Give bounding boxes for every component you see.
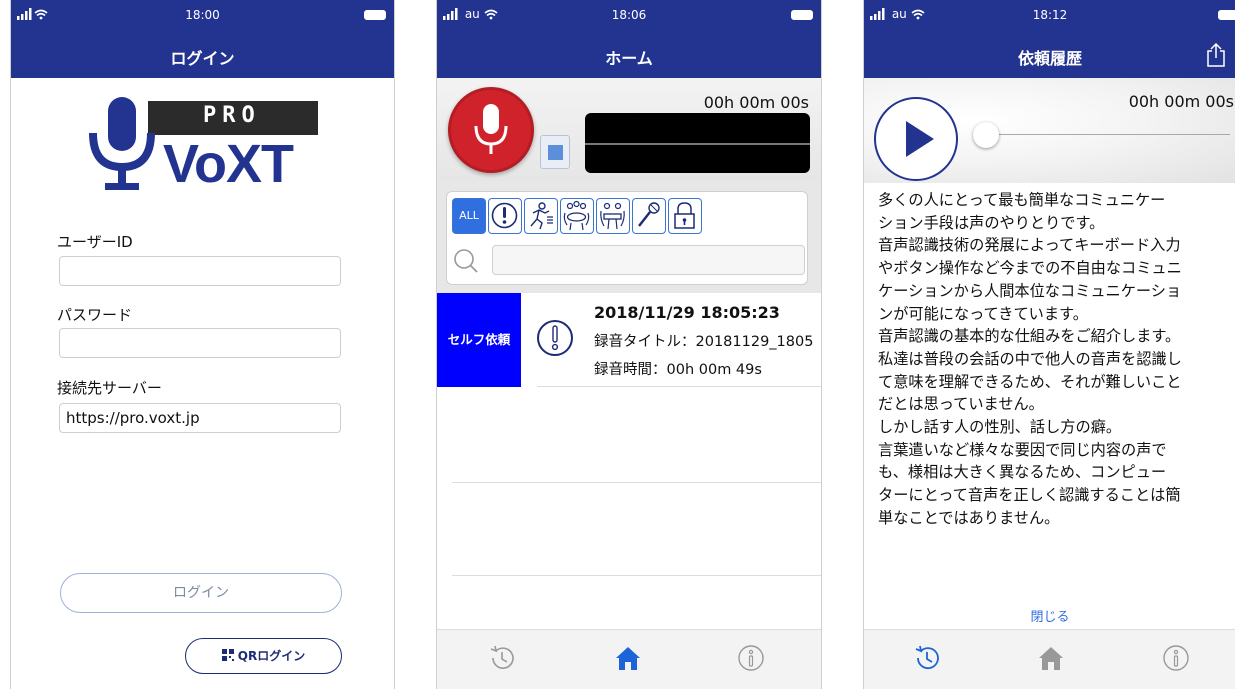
meeting-group-icon — [561, 200, 592, 236]
waveform-display — [585, 113, 810, 173]
running-person-icon — [525, 202, 556, 236]
self-request-tag: セルフ依頼 — [437, 293, 521, 387]
transcript-line: 音声認識の基本的な仕組みをご紹介します。 — [878, 327, 1181, 346]
stop-button[interactable] — [540, 135, 570, 169]
transcript-line: て意味を理解できるため、それが難しいこと — [878, 372, 1182, 391]
exclamation-icon — [535, 318, 575, 362]
transcript-line: しかし話す人の性別、話し方の癖。 — [878, 418, 1121, 437]
status-time: 18:12 — [1032, 8, 1068, 22]
home-icon[interactable] — [613, 643, 643, 673]
status-bar: au 18:06 — [437, 6, 821, 24]
seek-track — [974, 134, 1230, 135]
logo-pro-badge: PRO — [203, 103, 261, 128]
share-icon[interactable] — [1206, 42, 1226, 72]
user-id-label: ユーザーID — [57, 233, 133, 251]
navigation-bar: 18:00 ログイン — [11, 0, 394, 78]
tab-bar — [864, 629, 1235, 689]
filter-meeting-button[interactable] — [560, 198, 594, 234]
transcript-text: 多くの人にとって最も簡単なコミュニケー ション手段は声のやりとりです。 音声認識… — [878, 189, 1223, 530]
transcript-line: も、様相は大きく異なるため、コンピュー — [878, 463, 1167, 482]
server-field[interactable]: https://pro.voxt.jp — [59, 403, 341, 433]
transcript-line: 単なことではありません。 — [878, 508, 1060, 527]
recording-timer: 00h 00m 00s — [703, 93, 809, 112]
qr-login-button[interactable]: QRログイン — [185, 638, 342, 674]
filter-box: ALL — [446, 191, 808, 285]
play-icon — [904, 119, 936, 163]
qr-code-icon — [221, 640, 234, 674]
seek-handle[interactable] — [973, 122, 999, 148]
stop-icon — [548, 145, 563, 160]
filter-speech-button[interactable] — [632, 198, 666, 234]
voxt-pro-logo: PRO VoXT — [83, 95, 328, 195]
home-screen: au 18:06 ホーム 00h 00m 00s ALL セルフ依頼 2018/… — [436, 0, 822, 689]
home-icon[interactable] — [1036, 643, 1066, 673]
navigation-bar: au 18:06 ホーム — [437, 0, 821, 78]
server-label: 接続先サーバー — [57, 379, 162, 397]
item-datetime: 2018/11/29 18:05:23 — [594, 303, 780, 322]
page-title: 依頼履歴 — [1017, 49, 1082, 68]
row-divider — [452, 575, 821, 576]
playback-timer: 00h 00m 00s — [1128, 92, 1234, 111]
filter-private-button[interactable] — [668, 198, 702, 234]
transcript-line: 私達は普段の会話の中で他人の音声を認識し — [878, 349, 1182, 368]
tab-bar — [437, 629, 821, 689]
transcript-line: だとは思っていません。 — [878, 395, 1044, 414]
close-button[interactable]: 閉じる — [864, 606, 1235, 625]
password-field[interactable] — [59, 328, 341, 358]
microphone-icon — [633, 202, 664, 236]
status-time: 18:00 — [185, 8, 220, 22]
history-screen: au 18:12 依頼履歴 00h 00m 00s 多くの人にとって最も簡単なコ… — [863, 0, 1235, 689]
transcript-line: 音声認識技術の発展によってキーボード入力 — [878, 236, 1181, 255]
battery-icon — [791, 10, 813, 20]
record-button[interactable] — [448, 87, 534, 173]
row-divider — [537, 386, 821, 387]
search-icon — [452, 247, 480, 279]
meeting-pair-icon — [597, 202, 628, 236]
filter-interview-button[interactable] — [596, 198, 630, 234]
exclamation-icon — [489, 202, 520, 236]
user-id-field[interactable] — [59, 256, 341, 286]
filter-urgent-button[interactable] — [488, 198, 522, 234]
battery-icon — [1218, 10, 1235, 20]
history-icon[interactable] — [912, 643, 942, 673]
qr-login-label: QRログイン — [237, 649, 306, 663]
play-button[interactable] — [874, 97, 958, 181]
logo-wordmark: VoXT — [163, 134, 294, 194]
login-screen: 18:00 ログイン PRO VoXT ユーザーID パスワード 接続先サーバー… — [10, 0, 395, 689]
status-bar: 18:00 — [11, 6, 394, 24]
page-title: ホーム — [605, 49, 653, 68]
transcript-line: ターにとって音声を正しく認識することは簡 — [878, 486, 1181, 505]
filter-panel: ALL — [437, 181, 821, 293]
history-icon[interactable] — [487, 643, 517, 673]
filter-all-button[interactable]: ALL — [452, 198, 486, 234]
transcript-line: ション手段は声のやりとりです。 — [878, 213, 1105, 232]
info-icon[interactable] — [1161, 643, 1191, 673]
item-duration: 録音時間：00h 00m 49s — [594, 362, 762, 378]
lock-icon — [669, 202, 700, 236]
transcript-line: 言葉遣いなど様々な要因で同じ内容の声で — [878, 440, 1167, 459]
battery-icon — [364, 10, 386, 20]
item-title: 録音タイトル：20181129_1805 — [594, 334, 814, 350]
password-label: パスワード — [57, 306, 133, 324]
recorder-panel: 00h 00m 00s — [437, 78, 821, 181]
login-button[interactable]: ログイン — [60, 573, 342, 613]
list-item[interactable]: セルフ依頼 2018/11/29 18:05:23 録音タイトル：2018112… — [437, 293, 821, 387]
page-title: ログイン — [170, 49, 235, 68]
player-panel: 00h 00m 00s — [864, 78, 1235, 183]
transcript-line: やボタン操作など今までの不自由なコミュニ — [878, 259, 1182, 278]
status-bar: au 18:12 — [864, 6, 1235, 24]
filter-quick-button[interactable] — [524, 198, 558, 234]
transcript-line: ケーションから人間本位なコミュニケーショ — [878, 281, 1182, 300]
search-input[interactable] — [492, 245, 805, 275]
transcript-line: 多くの人にとって最も簡単なコミュニケー — [878, 191, 1166, 209]
navigation-bar: au 18:12 依頼履歴 — [864, 0, 1235, 78]
microphone-icon — [471, 102, 511, 162]
transcript-line: ンが可能になってきています。 — [878, 304, 1088, 323]
info-icon[interactable] — [736, 643, 766, 673]
row-divider — [452, 482, 821, 483]
status-time: 18:06 — [611, 8, 647, 22]
